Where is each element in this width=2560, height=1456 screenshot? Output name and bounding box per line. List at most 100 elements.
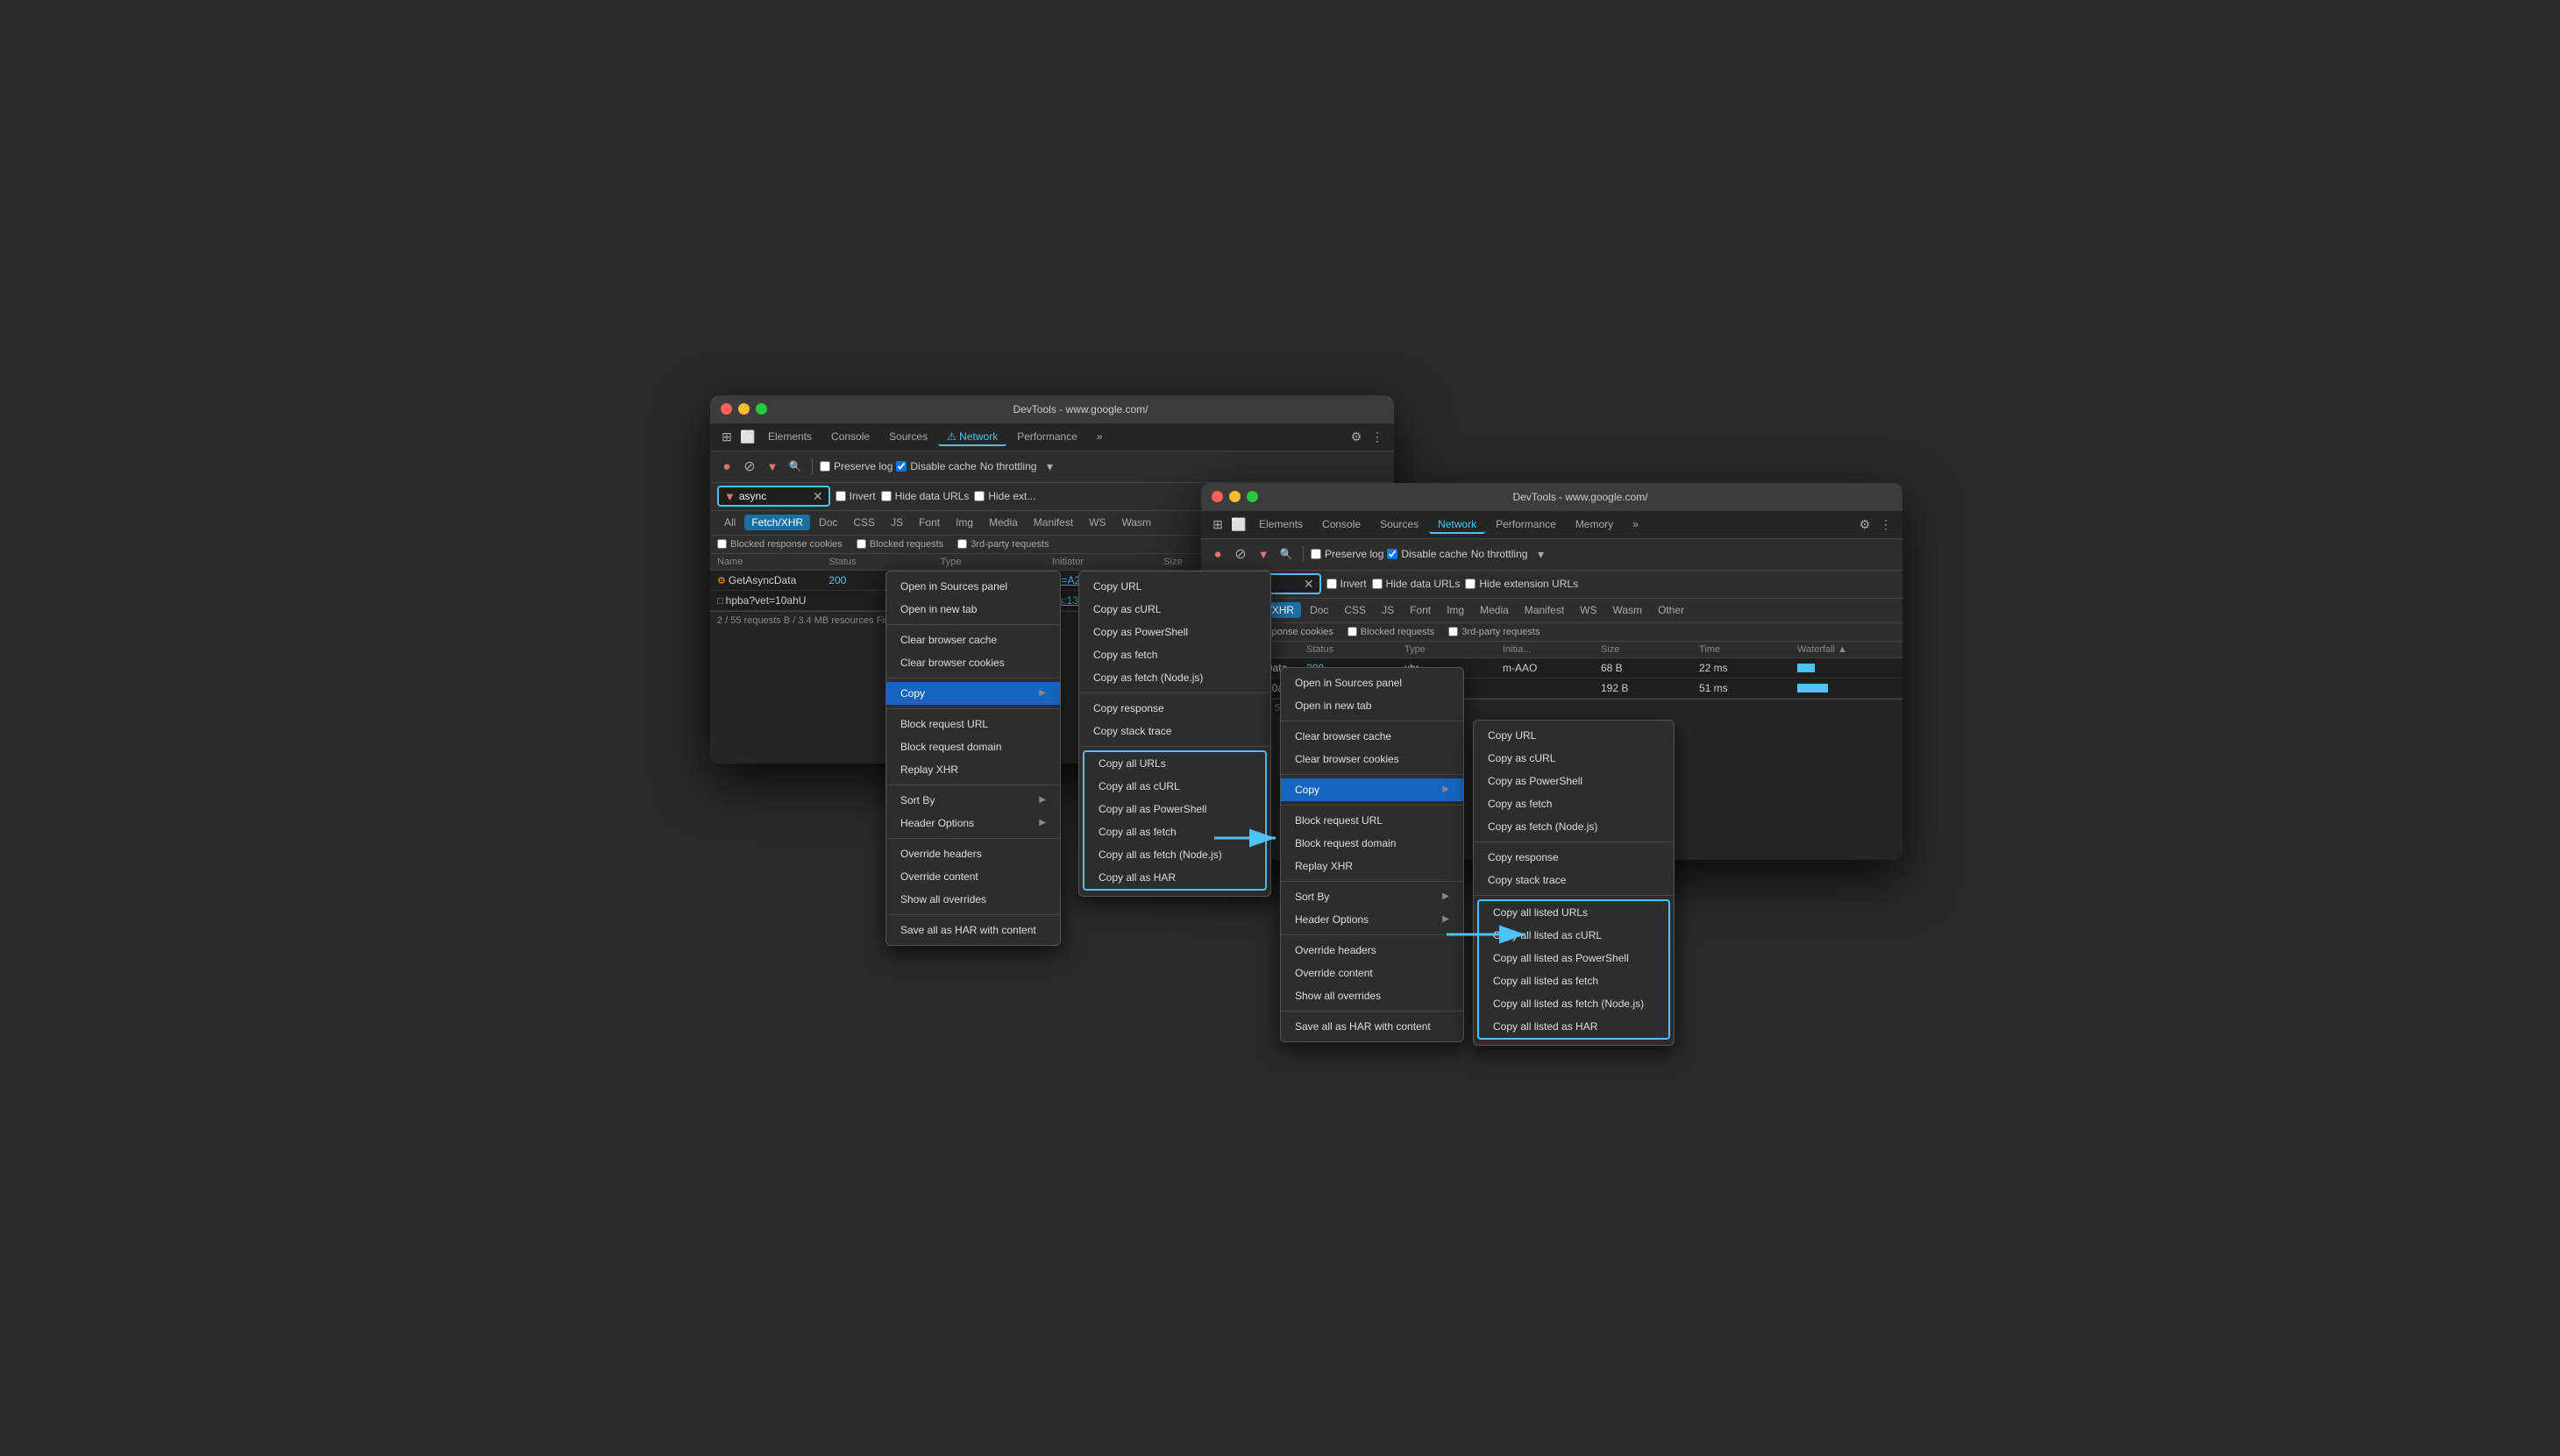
ctx-headeropts-back[interactable]: Header Options	[886, 812, 1060, 835]
ctx-copy-fetch-front[interactable]: Copy as fetch	[1474, 792, 1674, 815]
ftab-wasm-back[interactable]: Wasm	[1115, 515, 1159, 530]
ctx-copy-all-listed-har-front[interactable]: Copy all listed as HAR	[1479, 1015, 1668, 1038]
filter-icon-back[interactable]: ▼	[763, 457, 782, 476]
ctx-copy-fetch-back[interactable]: Copy as fetch	[1079, 643, 1270, 666]
maximize-button[interactable]	[756, 403, 767, 415]
search-icon-back[interactable]: 🔍	[786, 457, 805, 476]
ctx-copy-back[interactable]: Copy	[886, 682, 1060, 705]
ctx-override-content-back[interactable]: Override content	[886, 865, 1060, 888]
hide-data-checkbox-front[interactable]: Hide data URLs	[1372, 578, 1461, 590]
tab-more-front[interactable]: »	[1624, 515, 1647, 534]
tab-performance-back[interactable]: Performance	[1008, 427, 1086, 446]
ctx-copy-all-ps-back[interactable]: Copy all as PowerShell	[1084, 798, 1265, 820]
hide-data-checkbox-back[interactable]: Hide data URLs	[881, 490, 970, 502]
settings-icon-back[interactable]: ⚙	[1347, 427, 1366, 446]
ctx-override-content-front[interactable]: Override content	[1281, 962, 1463, 984]
ctx-sortby-back[interactable]: Sort By	[886, 789, 1060, 812]
ctx-copy-fetch-node-front[interactable]: Copy as fetch (Node.js)	[1474, 815, 1674, 838]
ftab-manifest-back[interactable]: Manifest	[1027, 515, 1080, 530]
ftab-doc-back[interactable]: Doc	[812, 515, 844, 530]
ftab-ws-back[interactable]: WS	[1082, 515, 1113, 530]
filter-icon-front[interactable]: ▼	[1254, 544, 1273, 564]
tab-memory-front[interactable]: Memory	[1567, 515, 1622, 534]
ftab-fetchxhr-back[interactable]: Fetch/XHR	[744, 515, 810, 530]
tab-sources-front[interactable]: Sources	[1371, 515, 1427, 534]
ctx-block-domain-back[interactable]: Block request domain	[886, 735, 1060, 758]
disable-cache-checkbox-front[interactable]: Disable cache	[1387, 548, 1467, 560]
ctx-copy-url-back[interactable]: Copy URL	[1079, 575, 1270, 598]
ctx-clear-cache-front[interactable]: Clear browser cache	[1281, 725, 1463, 748]
search-input-back[interactable]	[739, 490, 809, 502]
ctx-copy-ps-back[interactable]: Copy as PowerShell	[1079, 621, 1270, 643]
tab-elements-front[interactable]: Elements	[1250, 515, 1312, 534]
ctx-copy-curl-front[interactable]: Copy as cURL	[1474, 747, 1674, 770]
ctx-copy-stack-back[interactable]: Copy stack trace	[1079, 720, 1270, 742]
ctx-copy-all-listed-fetch-node-front[interactable]: Copy all listed as fetch (Node.js)	[1479, 992, 1668, 1015]
ctx-block-domain-front[interactable]: Block request domain	[1281, 832, 1463, 855]
minimize-button-front[interactable]	[1229, 491, 1241, 502]
throttling-arrow-back[interactable]: ▾	[1040, 457, 1059, 476]
ctx-copy-response-back[interactable]: Copy response	[1079, 697, 1270, 720]
ftab-doc-front[interactable]: Doc	[1303, 602, 1335, 618]
ctx-copy-ps-front[interactable]: Copy as PowerShell	[1474, 770, 1674, 792]
ctx-open-tab-front[interactable]: Open in new tab	[1281, 694, 1463, 717]
ctx-copy-url-front[interactable]: Copy URL	[1474, 724, 1674, 747]
ctx-block-url-back[interactable]: Block request URL	[886, 713, 1060, 735]
search-box-back[interactable]: ▼ ✕	[717, 486, 830, 507]
ctx-sortby-front[interactable]: Sort By	[1281, 885, 1463, 908]
minimize-button[interactable]	[738, 403, 750, 415]
blocked-requests-label-back[interactable]: Blocked requests	[857, 539, 943, 550]
third-party-label-front[interactable]: 3rd-party requests	[1448, 627, 1540, 637]
throttling-front[interactable]: No throttling	[1471, 548, 1528, 560]
third-party-label-back[interactable]: 3rd-party requests	[957, 539, 1049, 550]
ftab-manifest-front[interactable]: Manifest	[1518, 602, 1571, 618]
select-tool-icon-front[interactable]: ⊞	[1208, 515, 1227, 534]
preserve-log-checkbox-back[interactable]: Preserve log	[820, 460, 892, 472]
ftab-media-front[interactable]: Media	[1473, 602, 1516, 618]
settings-icon-front[interactable]: ⚙	[1855, 515, 1874, 534]
ftab-img-back[interactable]: Img	[949, 515, 980, 530]
ftab-font-back[interactable]: Font	[912, 515, 947, 530]
ftab-ws-front[interactable]: WS	[1573, 602, 1604, 618]
ftab-other-front[interactable]: Other	[1651, 602, 1691, 618]
ctx-show-overrides-front[interactable]: Show all overrides	[1281, 984, 1463, 1007]
ctx-copy-fetch-node-back[interactable]: Copy as fetch (Node.js)	[1079, 666, 1270, 689]
stop-recording-back[interactable]: ⏺	[717, 457, 736, 476]
close-button-front[interactable]	[1212, 491, 1223, 502]
hide-ext-checkbox-back[interactable]: Hide ext...	[974, 490, 1035, 502]
clear-log-front[interactable]: ⊘	[1231, 544, 1250, 564]
tab-network-front[interactable]: Network	[1429, 515, 1485, 534]
tab-performance-front[interactable]: Performance	[1487, 515, 1565, 534]
hide-ext-checkbox-front[interactable]: Hide extension URLs	[1465, 578, 1578, 590]
tab-elements-back[interactable]: Elements	[759, 427, 821, 446]
device-icon[interactable]: ⬜	[738, 427, 757, 446]
ftab-wasm-front[interactable]: Wasm	[1606, 602, 1650, 618]
ftab-media-back[interactable]: Media	[982, 515, 1025, 530]
ctx-copy-response-front[interactable]: Copy response	[1474, 846, 1674, 869]
invert-checkbox-front[interactable]: Invert	[1326, 578, 1367, 590]
ctx-open-sources-back[interactable]: Open in Sources panel	[886, 575, 1060, 598]
ctx-replay-front[interactable]: Replay XHR	[1281, 855, 1463, 877]
ctx-override-headers-front[interactable]: Override headers	[1281, 939, 1463, 962]
ctx-open-sources-front[interactable]: Open in Sources panel	[1281, 671, 1463, 694]
ctx-save-har-front[interactable]: Save all as HAR with content	[1281, 1015, 1463, 1038]
tab-console-back[interactable]: Console	[822, 427, 878, 446]
ctx-open-tab-back[interactable]: Open in new tab	[886, 598, 1060, 621]
ftab-img-front[interactable]: Img	[1440, 602, 1471, 618]
ctx-copy-stack-front[interactable]: Copy stack trace	[1474, 869, 1674, 891]
stop-recording-front[interactable]: ⏺	[1208, 544, 1227, 564]
maximize-button-front[interactable]	[1247, 491, 1258, 502]
throttling-arrow-front[interactable]: ▾	[1531, 544, 1550, 564]
ctx-clear-cache-back[interactable]: Clear browser cache	[886, 629, 1060, 651]
ctx-copy-all-har-back[interactable]: Copy all as HAR	[1084, 866, 1265, 889]
ctx-clear-cookies-back[interactable]: Clear browser cookies	[886, 651, 1060, 674]
ftab-font-front[interactable]: Font	[1403, 602, 1438, 618]
disable-cache-checkbox-back[interactable]: Disable cache	[896, 460, 976, 472]
throttling-back[interactable]: No throttling	[980, 460, 1037, 472]
ctx-show-overrides-back[interactable]: Show all overrides	[886, 888, 1060, 911]
ctx-copy-all-curl-back[interactable]: Copy all as cURL	[1084, 775, 1265, 798]
clear-log-back[interactable]: ⊘	[740, 457, 759, 476]
invert-checkbox-back[interactable]: Invert	[836, 490, 876, 502]
close-button[interactable]	[721, 403, 732, 415]
blocked-requests-label-front[interactable]: Blocked requests	[1348, 627, 1434, 637]
